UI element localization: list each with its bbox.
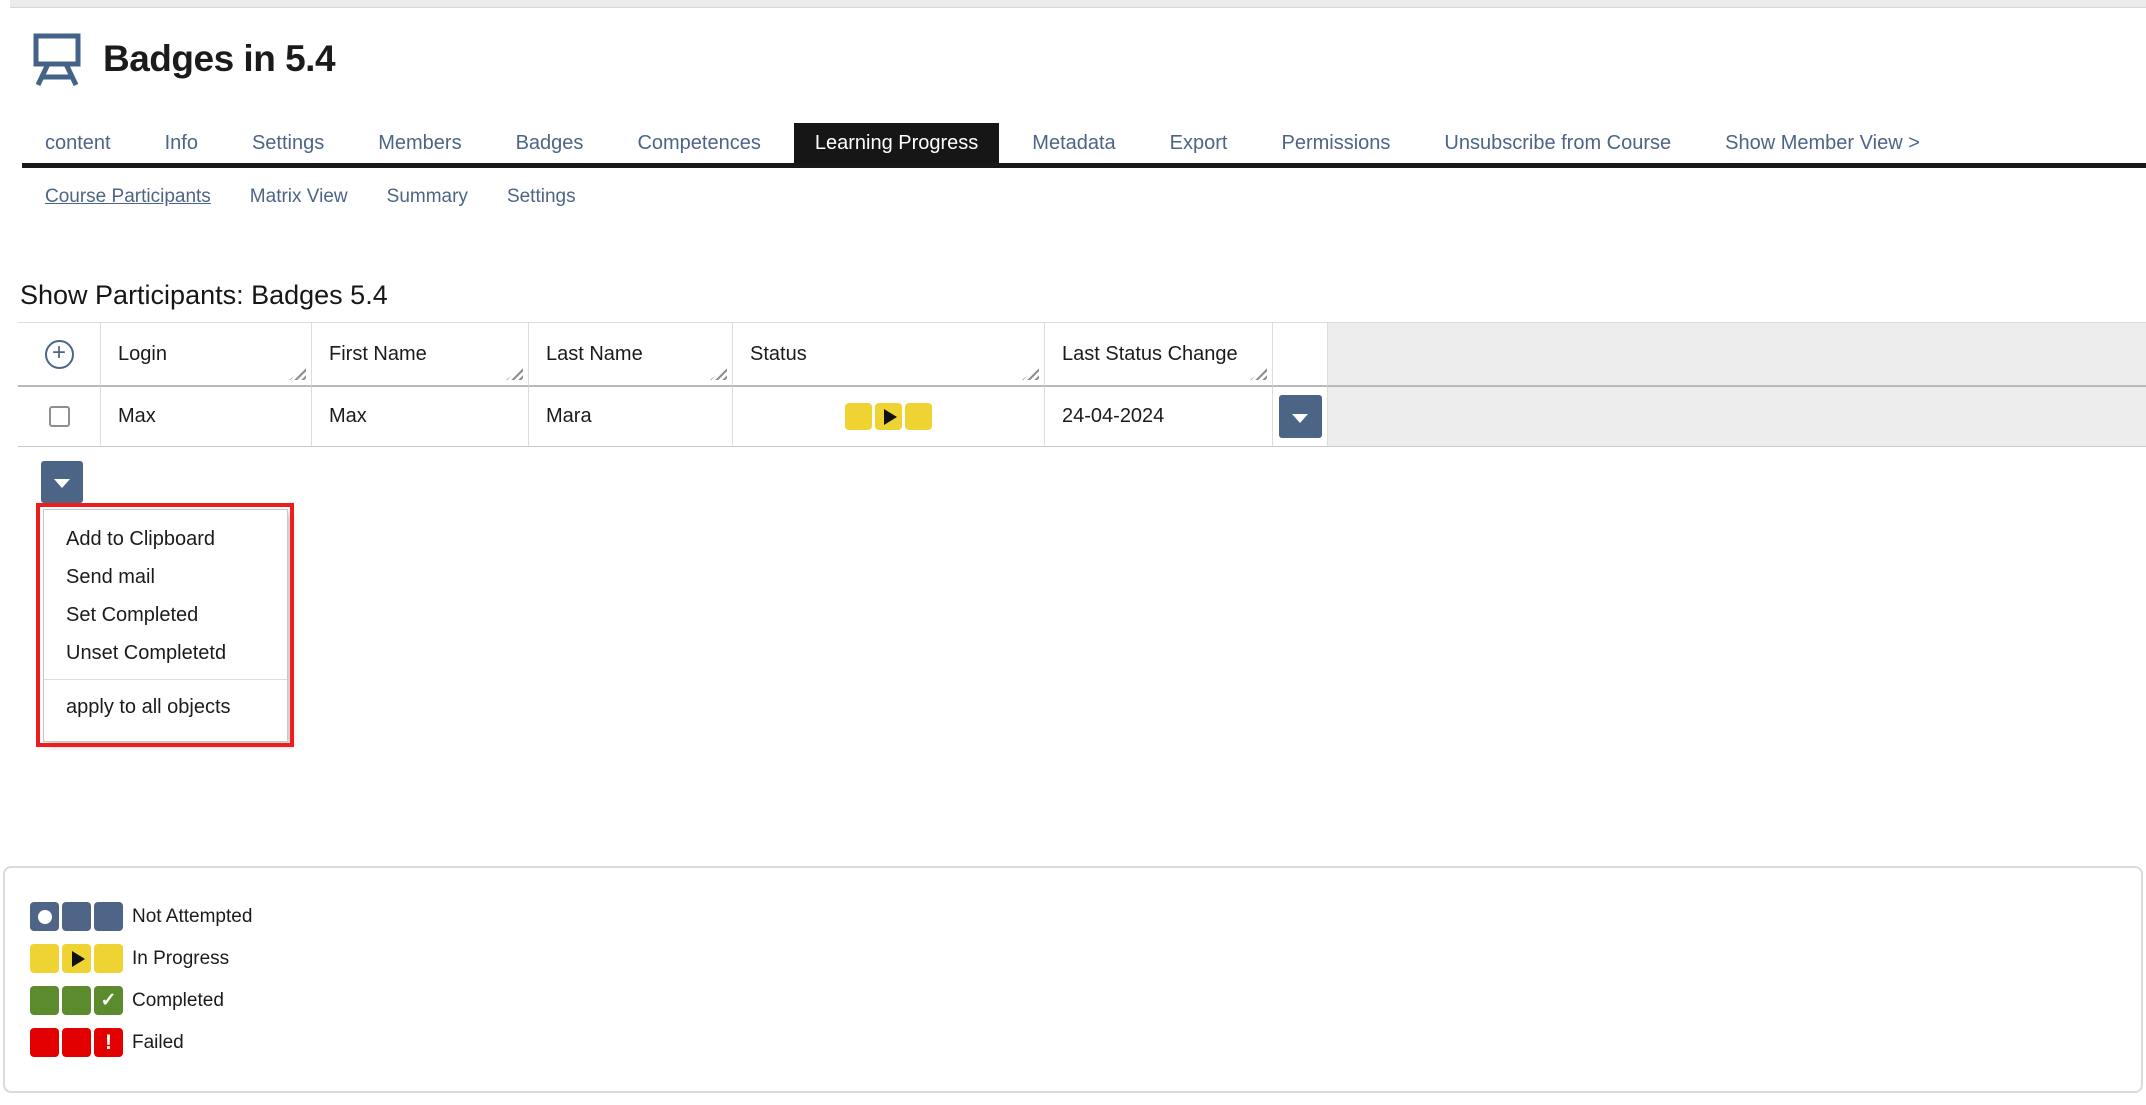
column-resize-handle[interactable] <box>506 367 523 380</box>
subtab-course-participants[interactable]: Course Participants <box>45 186 211 208</box>
actions-dropdown-menu: Add to Clipboard Send mail Set Completed… <box>43 509 288 742</box>
main-tabbar: content Info Settings Members Badges Com… <box>22 123 2146 168</box>
status-in-progress-icon <box>845 403 932 430</box>
column-header-first-name[interactable]: First Name <box>312 323 529 387</box>
column-resize-handle[interactable] <box>1250 367 1267 380</box>
exclamation-symbol: ! <box>105 1032 112 1053</box>
chevron-down-icon <box>54 479 70 488</box>
tab-settings[interactable]: Settings <box>252 123 324 163</box>
tab-show-member-view[interactable]: Show Member View > <box>1725 123 1920 163</box>
participants-table: + Login First Name Last Name Status Last… <box>18 322 2146 447</box>
page-title: Badges in 5.4 <box>103 38 335 80</box>
presentation-board-icon <box>33 32 83 86</box>
subtab-summary[interactable]: Summary <box>387 186 468 208</box>
status-failed-icon: ! <box>30 1028 123 1057</box>
tab-learning-progress[interactable]: Learning Progress <box>794 123 999 163</box>
menu-item-add-to-clipboard[interactable]: Add to Clipboard <box>44 520 287 558</box>
object-header: Badges in 5.4 <box>33 32 335 86</box>
legend-label: Completed <box>132 990 224 1012</box>
table-header-row: + Login First Name Last Name Status Last… <box>18 323 2146 387</box>
play-symbol <box>884 409 897 425</box>
menu-item-send-mail[interactable]: Send mail <box>44 558 287 596</box>
tab-metadata[interactable]: Metadata <box>1032 123 1115 163</box>
cell-last-status-change: 24-04-2024 <box>1045 387 1273 446</box>
legend-item-completed: ✓ Completed <box>30 986 2141 1015</box>
menu-item-unset-completed[interactable]: Unset Completetd <box>44 634 287 672</box>
chevron-down-icon <box>1292 414 1308 423</box>
cell-login: Max <box>101 387 312 446</box>
cell-first-name: Max <box>312 387 529 446</box>
column-header-actions <box>1273 323 1328 387</box>
tab-unsubscribe[interactable]: Unsubscribe from Course <box>1444 123 1671 163</box>
column-header-last-name[interactable]: Last Name <box>529 323 733 387</box>
legend-label: Failed <box>132 1032 184 1054</box>
subtabbar: Course Participants Matrix View Summary … <box>45 186 576 208</box>
multi-actions-dropdown-button[interactable] <box>41 461 83 503</box>
cell-last-name: Mara <box>529 387 733 446</box>
column-resize-handle[interactable] <box>289 367 306 380</box>
tab-competences[interactable]: Competences <box>637 123 760 163</box>
column-resize-handle[interactable] <box>1022 367 1039 380</box>
legend-item-in-progress: In Progress <box>30 944 2141 973</box>
status-in-progress-icon <box>30 944 123 973</box>
table-row-filler <box>1328 387 2146 446</box>
menu-item-set-completed[interactable]: Set Completed <box>44 596 287 634</box>
tab-badges[interactable]: Badges <box>516 123 584 163</box>
subtab-matrix-view[interactable]: Matrix View <box>250 186 348 208</box>
tab-content[interactable]: content <box>45 123 111 163</box>
tab-info[interactable]: Info <box>165 123 198 163</box>
tab-members[interactable]: Members <box>378 123 461 163</box>
row-checkbox[interactable] <box>49 406 70 427</box>
cell-actions <box>1273 387 1328 446</box>
column-header-last-status-change[interactable]: Last Status Change <box>1045 323 1273 387</box>
cell-status <box>733 387 1045 446</box>
column-header-login[interactable]: Login <box>101 323 312 387</box>
row-actions-dropdown-button[interactable] <box>1279 395 1322 438</box>
status-legend: Not Attempted In Progress ✓ Completed ! … <box>3 866 2143 1093</box>
check-symbol: ✓ <box>101 989 117 1012</box>
tab-permissions[interactable]: Permissions <box>1281 123 1390 163</box>
expand-columns-icon[interactable]: + <box>45 340 74 369</box>
row-select-cell <box>18 387 101 446</box>
subtab-settings[interactable]: Settings <box>507 186 576 208</box>
status-completed-icon: ✓ <box>30 986 123 1015</box>
legend-label: Not Attempted <box>132 906 252 928</box>
circle-symbol <box>38 910 52 924</box>
legend-item-failed: ! Failed <box>30 1028 2141 1057</box>
menu-separator <box>44 679 287 680</box>
tab-export[interactable]: Export <box>1170 123 1228 163</box>
participants-heading: Show Participants: Badges 5.4 <box>20 280 388 311</box>
table-row: Max Max Mara 24-04-2024 <box>18 387 2146 446</box>
status-not-attempted-icon <box>30 902 123 931</box>
table-header-filler <box>1328 323 2146 387</box>
column-select-header[interactable]: + <box>18 323 101 387</box>
page-top-divider <box>10 0 2146 8</box>
legend-item-not-attempted: Not Attempted <box>30 902 2141 931</box>
play-symbol <box>72 951 85 967</box>
column-header-status[interactable]: Status <box>733 323 1045 387</box>
legend-label: In Progress <box>132 948 229 970</box>
column-resize-handle[interactable] <box>710 367 727 380</box>
menu-item-apply-to-all-objects[interactable]: apply to all objects <box>44 685 287 729</box>
